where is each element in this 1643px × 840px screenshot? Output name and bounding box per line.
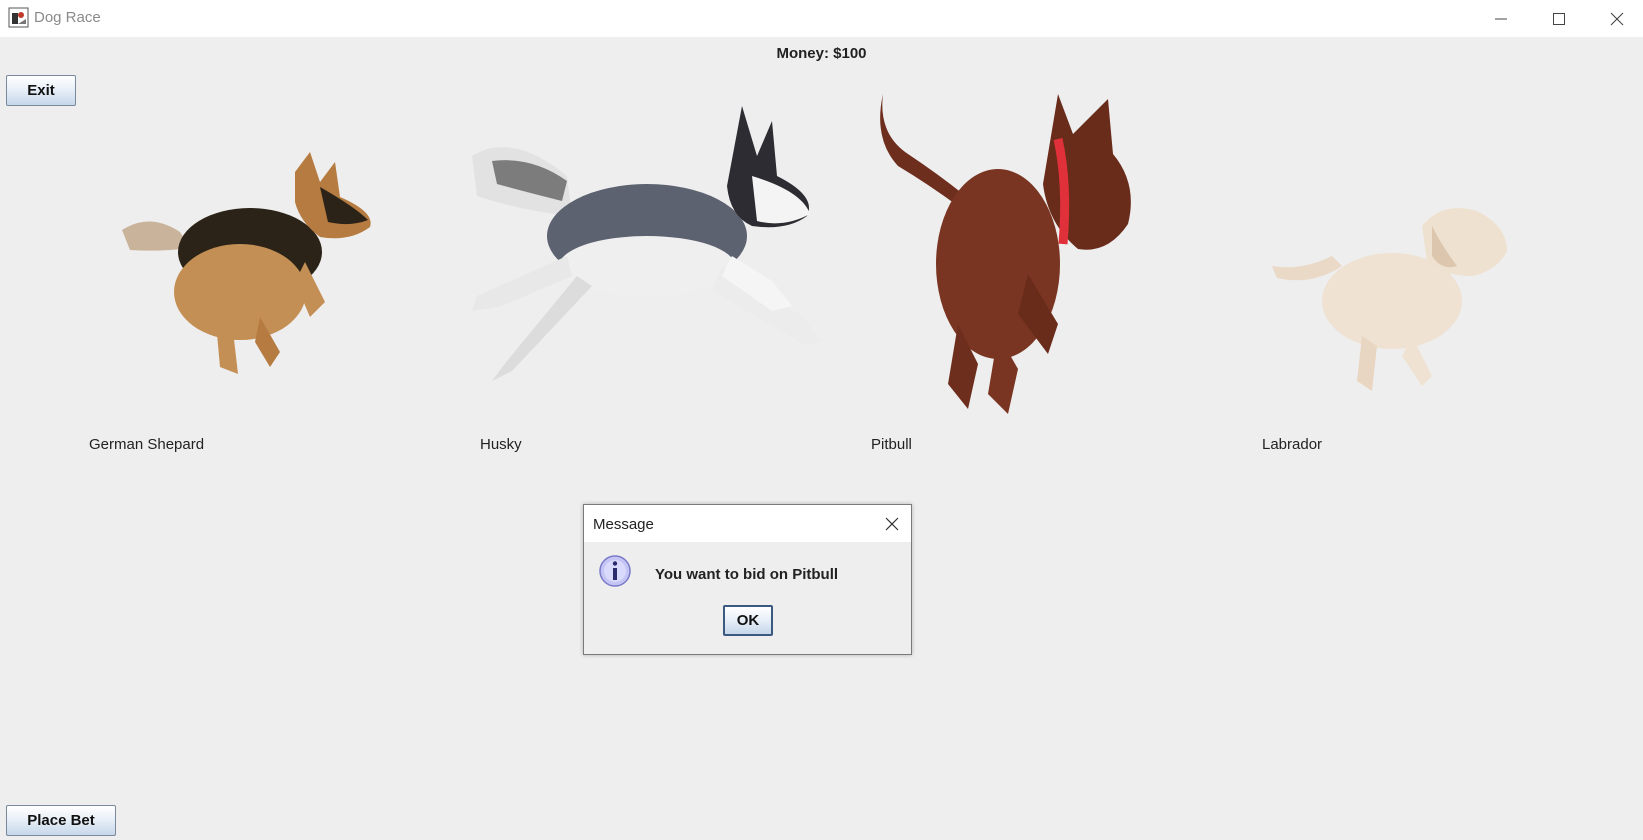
exit-button[interactable]: Exit: [6, 75, 76, 106]
minimize-icon[interactable]: [1472, 0, 1530, 37]
close-icon[interactable]: [1588, 0, 1643, 37]
dialog-titlebar: Message: [584, 505, 911, 542]
dog-label-pitbull: Pitbull: [871, 436, 912, 453]
pitbull-image[interactable]: [878, 94, 1150, 416]
close-icon[interactable]: [881, 513, 903, 535]
dog-label-labrador: Labrador: [1262, 436, 1323, 453]
dialog-message: You want to bid on Pitbull: [655, 566, 839, 583]
window-titlebar: Dog Race: [0, 0, 1643, 37]
labrador-image[interactable]: [1272, 206, 1512, 398]
dog-label-husky: Husky: [480, 436, 522, 453]
place-bet-button[interactable]: Place Bet: [6, 805, 116, 836]
money-label: Money: $100: [776, 45, 867, 62]
german-shepherd-image[interactable]: [120, 152, 380, 384]
dog-label-german-shepard: German Shepard: [89, 436, 205, 453]
app-icon: [8, 7, 29, 28]
message-dialog: Message You want to bid on Pitbull OK: [583, 504, 912, 655]
ok-button[interactable]: OK: [723, 605, 773, 636]
husky-image[interactable]: [472, 106, 844, 396]
info-icon: [599, 555, 631, 587]
window-title: Dog Race: [34, 9, 101, 26]
dialog-title: Message: [593, 516, 654, 533]
maximize-icon[interactable]: [1530, 0, 1588, 37]
